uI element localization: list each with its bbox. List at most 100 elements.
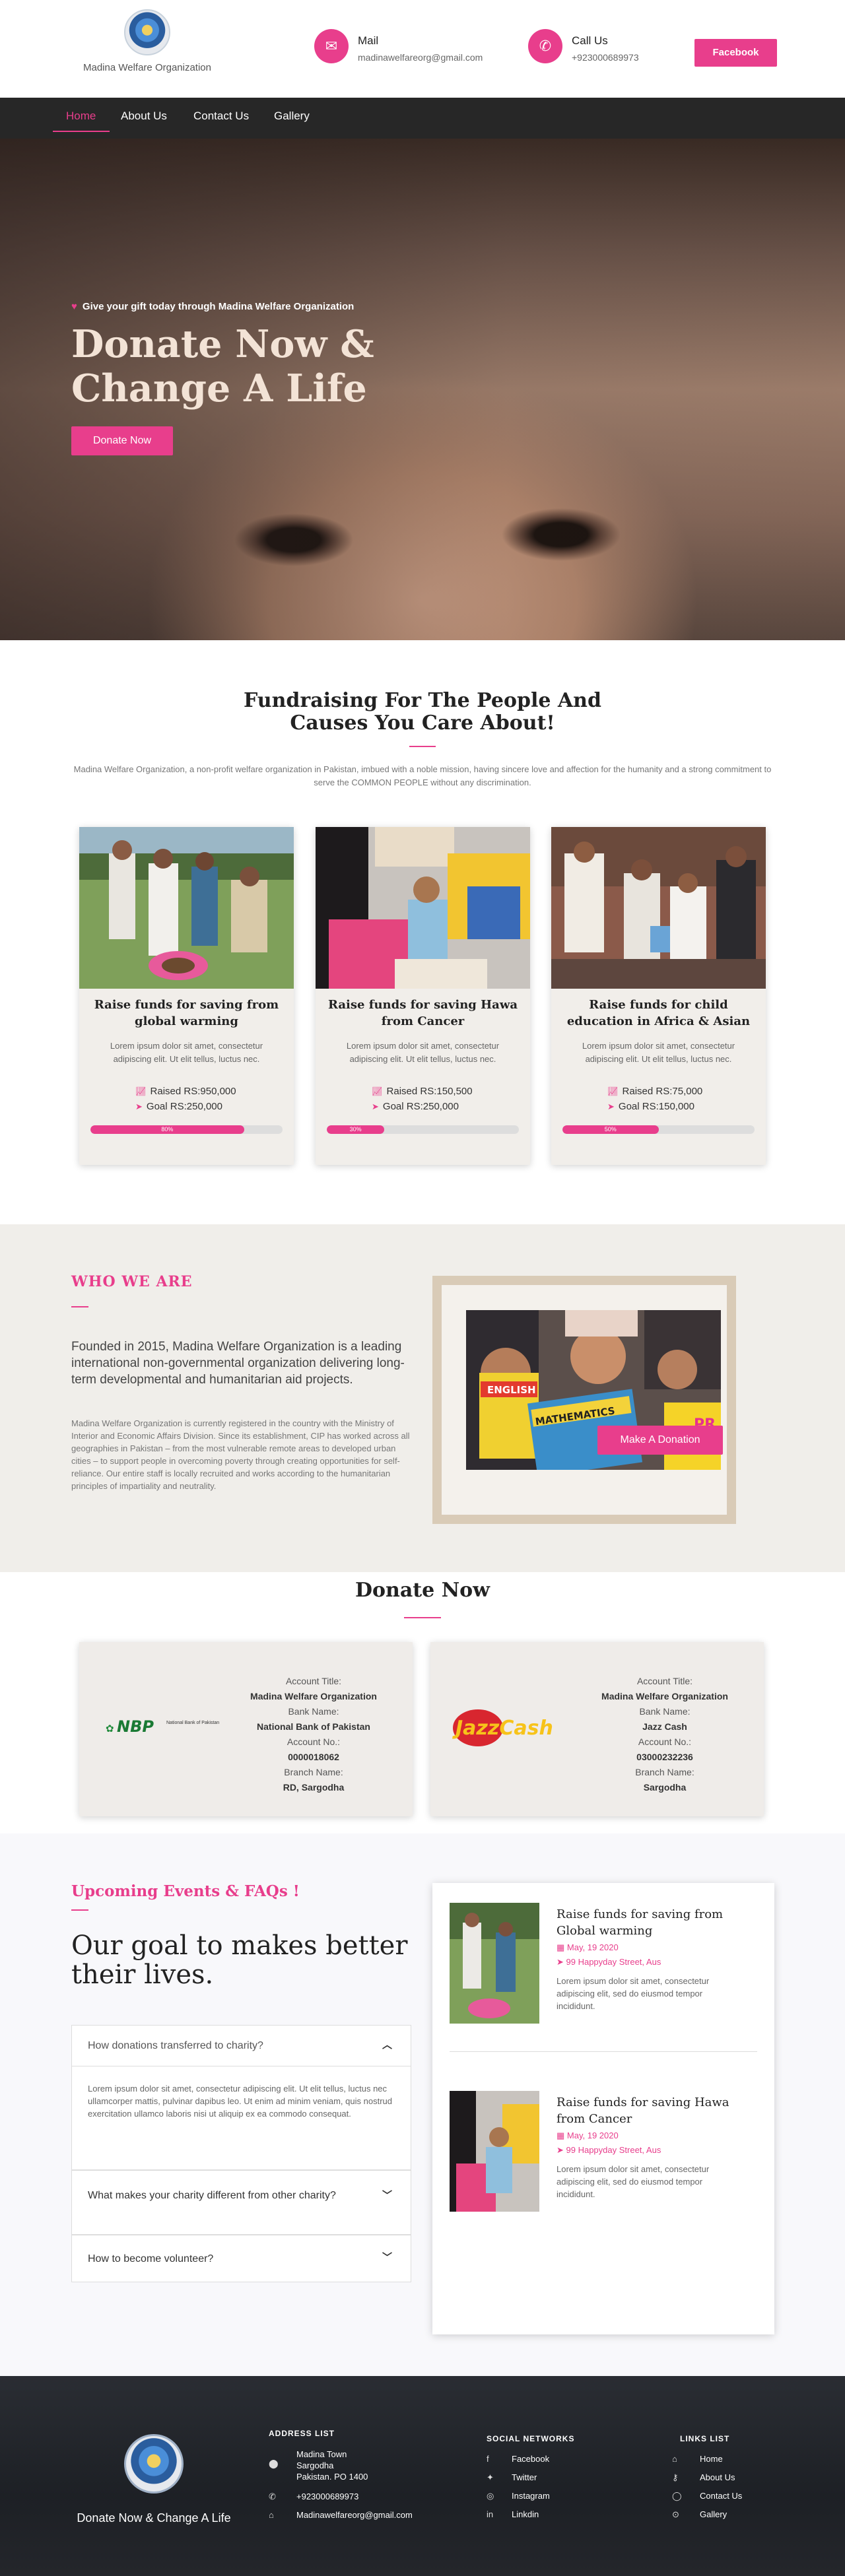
phone-icon: ✆ (269, 2492, 276, 2501)
call-label: Call Us (572, 34, 608, 47)
hero-tagline-text: Give your gift today through Madina Welf… (82, 301, 355, 312)
event-desc: Lorem ipsum dolor sit amet, consectetur … (557, 2164, 710, 2199)
jazzcash-logo-text: JazzCash (452, 1717, 553, 1740)
nbp-logo: ✿ NBP National Bank of Pakistan (106, 1717, 231, 1740)
send-icon: ➤ (557, 2145, 566, 2155)
cause-desc: Lorem ipsum dolor sit amet, consectetur … (346, 1041, 500, 1064)
who-lead: Founded in 2015, Madina Welfare Organiza… (71, 1340, 405, 1387)
who-body: Madina Welfare Organization is currently… (71, 1418, 410, 1491)
footer-slogan: Donate Now & Change A Life (77, 2511, 231, 2525)
nav-about[interactable]: About Us (121, 110, 167, 123)
main-nav: Home About Us Contact Us Gallery (0, 98, 845, 139)
events-title: Our goal to makes better their lives. (71, 1931, 408, 1990)
bank-details: Account Title: Madina Welfare Organizati… (582, 1674, 747, 1795)
links-title: LINKS LIST (680, 2434, 730, 2443)
home-icon: ⌂ (269, 2510, 274, 2520)
gallery-icon: ⊙ (672, 2509, 679, 2519)
account-title-value: Madina Welfare Organization (250, 1691, 377, 1701)
cause-desc: Lorem ipsum dolor sit amet, consectetur … (110, 1041, 263, 1064)
facebook-button[interactable]: Facebook (694, 39, 777, 67)
chat-icon: ◯ (672, 2491, 682, 2501)
event-image-hospital-child (450, 2091, 539, 2212)
mail-value[interactable]: madinawelfareorg@gmail.com (358, 52, 483, 63)
site-logo[interactable]: Madina Welfare Organization (71, 9, 223, 73)
hero-tagline: ♥ Give your gift today through Madina Wel… (71, 301, 354, 312)
linkedin-icon: in (487, 2509, 494, 2519)
cause-card[interactable]: Raise funds for saving Hawa from Cancer … (316, 827, 530, 1165)
donate-divider (404, 1617, 441, 1618)
bank-name-value: National Bank of Pakistan (257, 1721, 370, 1732)
address-line-2: Sargodha (296, 2460, 334, 2470)
account-no-value: 03000232236 (636, 1752, 693, 1762)
cause-progress-fill: 50% (562, 1125, 659, 1134)
donate-title: Donate Now (355, 1579, 490, 1602)
cause-image-tree-planting (79, 827, 294, 989)
jazzcash-logo: JazzCash (450, 1703, 586, 1749)
faq-item[interactable]: What makes your charity different from o… (71, 2170, 411, 2235)
account-no-value: 0000018062 (288, 1752, 339, 1762)
faq-question[interactable]: What makes your charity different from o… (88, 2189, 365, 2203)
event-separator (450, 2051, 757, 2052)
address-line-3: Pakistan. PO 1400 (296, 2472, 368, 2482)
top-header: Madina Welfare Organization ✉ Mail madin… (0, 0, 845, 98)
nav-home[interactable]: Home (66, 110, 96, 123)
faq-question[interactable]: How donations transferred to charity? (88, 2039, 263, 2053)
events-divider (71, 1909, 88, 1911)
hero-donate-button[interactable]: Donate Now (71, 426, 173, 455)
hero-banner: ♥ Give your gift today through Madina Wel… (0, 139, 845, 640)
faq-item[interactable]: How to become volunteer? ﹀ (71, 2235, 411, 2282)
nbp-logo-subtext: National Bank of Pakistan (166, 1721, 220, 1725)
send-icon: ➤ (135, 1102, 143, 1111)
chevron-down-icon[interactable]: ﹀ (382, 2188, 392, 2202)
nav-contact[interactable]: Contact Us (193, 110, 249, 123)
event-title[interactable]: Raise funds for saving from Global warmi… (557, 1906, 755, 1939)
branch-name-value: RD, Sargodha (283, 1782, 345, 1793)
social-title: SOCIAL NETWORKS (487, 2434, 575, 2443)
heart-hand-icon: ♥ (71, 301, 77, 312)
branch-name-value: Sargodha (643, 1782, 687, 1793)
causes-description: Madina Welfare Organization, a non-profi… (73, 764, 772, 787)
cause-card[interactable]: Raise funds for child education in Afric… (551, 827, 766, 1165)
event-desc: Lorem ipsum dolor sit amet, consectetur … (557, 1976, 710, 2011)
bank-card-nbp: ✿ NBP National Bank of Pakistan Account … (79, 1642, 413, 1816)
send-icon: ➤ (607, 1102, 615, 1111)
bank-card-jazzcash: JazzCash Account Title: Madina Welfare O… (430, 1642, 764, 1816)
call-contact: ✆ Call Us +923000689973 (528, 29, 660, 66)
make-donation-button[interactable]: Make A Donation (597, 1426, 723, 1455)
event-location: ➤ 99 Happyday Street, Aus (557, 1957, 661, 1967)
call-value[interactable]: +923000689973 (572, 52, 639, 63)
branch-name-label: Branch Name: (284, 1767, 343, 1777)
send-icon: ➤ (372, 1102, 379, 1111)
mail-label: Mail (358, 34, 379, 47)
account-title-value: Madina Welfare Organization (601, 1691, 728, 1701)
mail-icon: ✉ (314, 29, 349, 63)
faq-item[interactable]: How donations transferred to charity? ︿ … (71, 2025, 411, 2170)
event-date: ▦ May, 19 2020 (557, 1942, 619, 1952)
chart-icon: 📈︎ (607, 1086, 619, 1096)
events-subtitle: Upcoming Events & FAQs ! (71, 1882, 300, 1900)
account-title-label: Account Title: (636, 1676, 693, 1686)
causes-divider (409, 746, 436, 747)
nav-gallery[interactable]: Gallery (274, 110, 310, 123)
event-item[interactable]: Raise funds for saving Hawa from Cancer … (450, 2091, 760, 2216)
who-divider (71, 1306, 88, 1307)
site-footer: Donate Now & Change A Life ADDRESS LIST … (0, 2376, 845, 2576)
event-item[interactable]: Raise funds for saving from Global warmi… (450, 1903, 760, 2028)
chevron-down-icon[interactable]: ﹀ (382, 2250, 392, 2264)
hero-title: Donate Now & Change A Life (71, 322, 374, 411)
footer-logo[interactable] (124, 2434, 184, 2493)
cause-card[interactable]: Raise funds for saving from global warmi… (79, 827, 294, 1165)
causes-title: Fundraising For The People And Causes Yo… (244, 689, 601, 735)
event-title[interactable]: Raise funds for saving Hawa from Cancer (557, 2094, 755, 2127)
cause-progress-bar: 50% (562, 1125, 755, 1134)
faq-question[interactable]: How to become volunteer? (88, 2252, 213, 2266)
bank-name-label: Bank Name: (288, 1706, 339, 1717)
cause-goal: ➤ Goal RS:250,000 (372, 1101, 459, 1112)
key-icon: ⚷ (672, 2472, 679, 2482)
nav-active-underline (53, 131, 110, 132)
chevron-up-icon[interactable]: ︿ (382, 2037, 392, 2051)
cause-progress-fill: 80% (90, 1125, 244, 1134)
event-date: ▦ May, 19 2020 (557, 2130, 619, 2140)
bank-name-label: Bank Name: (639, 1706, 691, 1717)
account-no-label: Account No.: (287, 1736, 341, 1747)
